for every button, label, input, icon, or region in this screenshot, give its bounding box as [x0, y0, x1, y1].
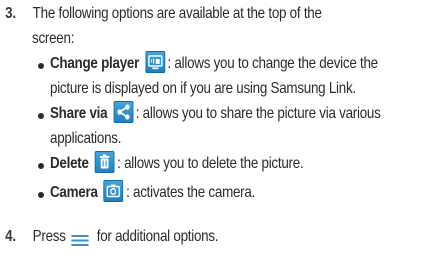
bullet-dot	[38, 113, 44, 119]
trash-icon	[94, 150, 115, 173]
bullet-dot	[38, 192, 44, 198]
step-4-text-before: Press	[32, 228, 66, 245]
share-icon	[113, 100, 134, 123]
step-number: 4.	[5, 228, 16, 245]
bullet-dot	[38, 163, 44, 169]
step-4-text: Press for additional options.	[33, 225, 219, 248]
term-share-via: Share via	[50, 105, 108, 122]
term-change-player: Change player	[50, 55, 140, 72]
step-number: 3.	[5, 5, 16, 22]
bullet-share-via-text-1: : allows you to share the picture via va…	[135, 105, 381, 122]
bullet-camera: Camera : activates the camera.	[50, 179, 256, 204]
step-4-text-after: for additional options.	[96, 228, 219, 245]
change-player-icon	[145, 50, 165, 73]
bullet-change-player-text-2: picture is displayed on if you are using…	[50, 80, 356, 97]
bullet-change-player-text-1: : allows you to change the device the	[167, 55, 378, 72]
manual-page: 3. The following options are available a…	[0, 0, 447, 270]
bullet-delete: Delete : allows you to delete the pictur…	[50, 150, 304, 175]
bullet-camera-text-1: : activates the camera.	[126, 184, 256, 201]
bullet-change-player: Change player : allows you to change the…	[50, 50, 378, 75]
step-3-text-line-1: The following options are available at t…	[32, 5, 322, 22]
bullet-share-via: Share via : allows you to share the pict…	[50, 100, 381, 125]
step-3-text-line-2: screen:	[32, 30, 75, 47]
term-delete: Delete	[50, 155, 89, 172]
camera-icon	[103, 179, 124, 202]
term-camera: Camera	[50, 184, 98, 201]
bullet-dot	[38, 63, 44, 69]
menu-key-icon	[71, 231, 90, 246]
bullet-share-via-text-2: applications.	[50, 130, 122, 147]
bullet-delete-text-1: : allows you to delete the picture.	[117, 155, 304, 172]
